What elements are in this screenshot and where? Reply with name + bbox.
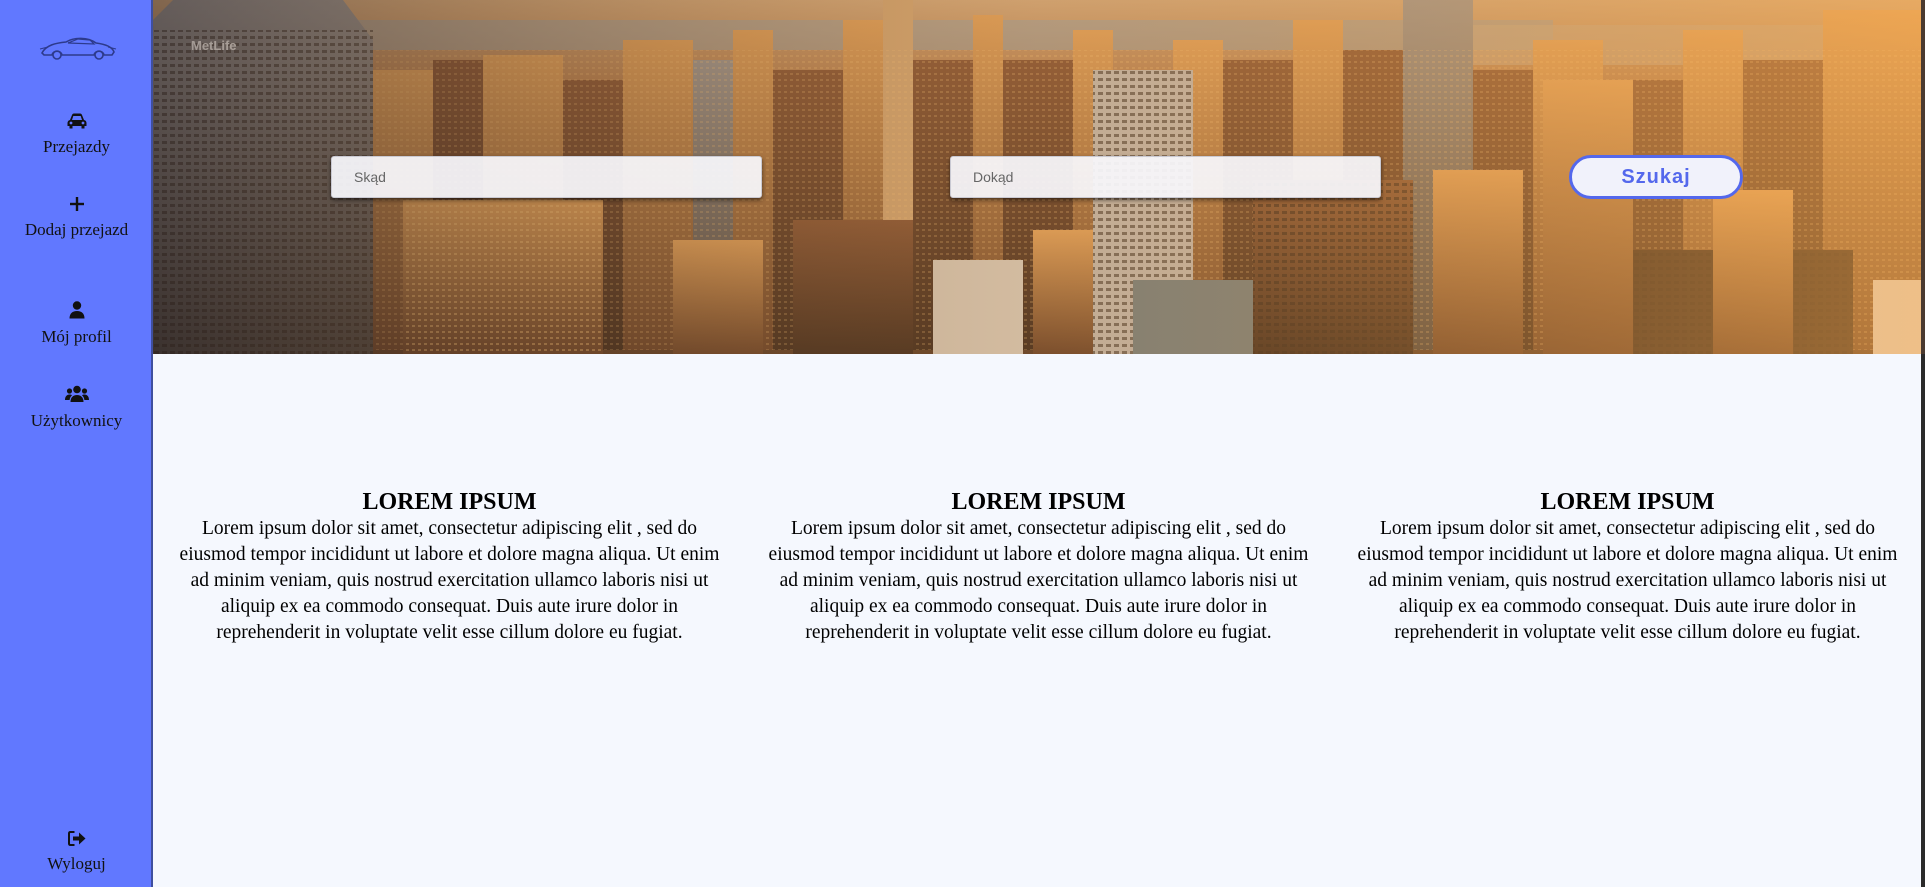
column-text: Lorem ipsum dolor sit amet, consectetur … (1357, 518, 1898, 643)
sidebar-item-add-ride[interactable]: Dodaj przejazd (0, 196, 153, 240)
to-input[interactable] (950, 156, 1381, 198)
info-column: LOREM IPSUM Lorem ipsum dolor sit amet, … (766, 488, 1311, 646)
from-input[interactable] (331, 156, 762, 198)
column-text: Lorem ipsum dolor sit amet, consectetur … (179, 518, 720, 643)
sidebar-item-label: Przejazdy (42, 137, 111, 156)
sidebar-item-label: Mój profil (41, 327, 112, 346)
info-column: LOREM IPSUM Lorem ipsum dolor sit amet, … (1355, 488, 1900, 646)
sidebar-item-label: Dodaj przejazd (24, 220, 129, 239)
logout-button[interactable]: Wyloguj (0, 830, 153, 874)
info-column: LOREM IPSUM Lorem ipsum dolor sit amet, … (177, 488, 722, 646)
hero-banner: MetLife Szukaj (153, 0, 1921, 354)
car-icon (0, 113, 153, 134)
sidebar-item-my-profile[interactable]: Mój profil (0, 301, 153, 347)
logout-label: Wyloguj (47, 854, 106, 873)
car-logo-icon[interactable] (38, 33, 118, 63)
user-icon (0, 301, 153, 324)
sidebar: Przejazdy Dodaj przejazd Mój profil Użyt… (0, 0, 153, 887)
sidebar-item-users[interactable]: Użytkownicy (0, 385, 153, 431)
column-title: LOREM IPSUM (362, 489, 537, 515)
column-text: Lorem ipsum dolor sit amet, consectetur … (768, 518, 1309, 643)
sidebar-item-rides[interactable]: Przejazdy (0, 113, 153, 157)
sign-out-icon (0, 830, 153, 851)
users-icon (0, 385, 153, 408)
column-title: LOREM IPSUM (951, 489, 1126, 515)
plus-icon (0, 196, 153, 217)
sidebar-item-label: Użytkownicy (30, 411, 123, 430)
column-title: LOREM IPSUM (1540, 489, 1715, 515)
main-content: LOREM IPSUM Lorem ipsum dolor sit amet, … (153, 354, 1921, 887)
app-root: Przejazdy Dodaj przejazd Mój profil Użyt… (0, 0, 1925, 887)
search-button[interactable]: Szukaj (1569, 155, 1743, 199)
window-edge-top (1921, 0, 1925, 354)
